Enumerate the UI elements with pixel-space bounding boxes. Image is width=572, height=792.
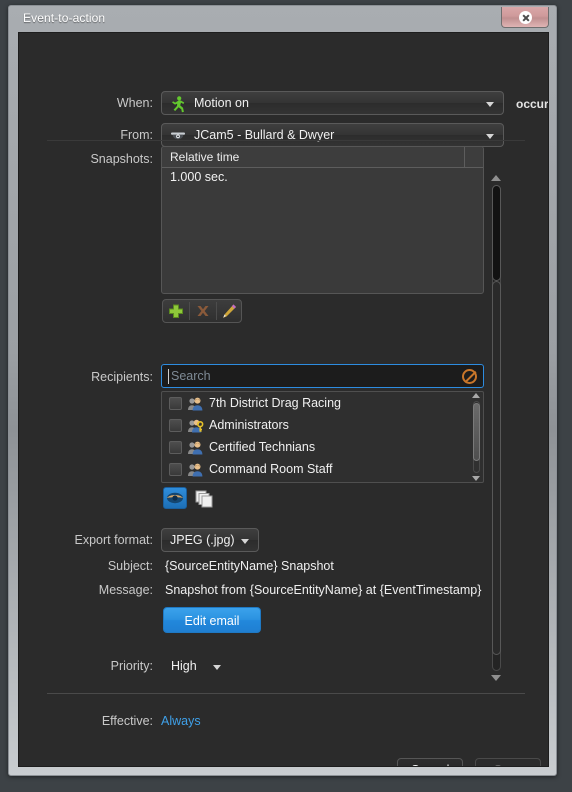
scrollbar-thumb-top[interactable] (492, 185, 501, 281)
edit-email-button[interactable]: Edit email (163, 607, 261, 633)
message-value: Snapshot from {SourceEntityName} at {Eve… (165, 583, 482, 597)
recipient-label: Certified Technians (209, 440, 316, 454)
export-format-select[interactable]: JPEG (.jpg) (161, 528, 259, 552)
subject-label: Subject: (107, 559, 153, 573)
recipient-label: 7th District Drag Racing (209, 396, 341, 410)
view-toggle-button[interactable] (163, 487, 187, 509)
window-title: Event-to-action (23, 11, 106, 25)
snapshots-label: Snapshots: (90, 152, 153, 166)
recipients-search-input[interactable]: Search (161, 364, 484, 388)
eye-icon (167, 492, 183, 504)
effective-label: Effective: (101, 714, 153, 728)
dialog-content: When: Motion on occurs From: (19, 33, 549, 766)
delete-snapshot-button[interactable] (190, 300, 216, 322)
scrollbar-thumb[interactable] (473, 403, 480, 461)
list-item[interactable]: Certified Technians (162, 437, 483, 459)
export-format-value: JPEG (.jpg) (170, 533, 235, 547)
snapshots-list[interactable]: Relative time 1.000 sec. (161, 146, 484, 294)
recipients-list[interactable]: 7th District Drag Racing Administrators … (161, 391, 484, 483)
section-divider-top (47, 140, 525, 141)
scroll-up-icon[interactable] (472, 393, 480, 398)
chevron-down-icon (213, 665, 221, 670)
close-icon (519, 11, 532, 24)
priority-label: Priority: (110, 659, 153, 673)
user-group-icon (187, 440, 204, 456)
priority-select[interactable]: High (171, 657, 227, 677)
list-item[interactable]: 7th District Drag Racing (162, 393, 483, 415)
export-format-label: Export format: (74, 533, 154, 547)
column-relative-time: Relative time (170, 150, 240, 164)
list-item[interactable]: Administrators (162, 415, 483, 437)
recipient-checkbox[interactable] (169, 463, 182, 476)
clear-search-icon[interactable] (462, 369, 477, 384)
recipient-checkbox[interactable] (169, 441, 182, 454)
copy-button[interactable] (192, 487, 216, 509)
dome-camera-icon (169, 127, 187, 145)
snapshots-list-header: Relative time (162, 147, 483, 168)
occurs-label: occurs (516, 97, 549, 111)
list-item[interactable]: Command Room Staff (162, 459, 483, 481)
user-group-icon (187, 462, 204, 478)
recipients-label: Recipients: (91, 370, 153, 384)
cancel-button[interactable]: Cancel (397, 758, 463, 766)
close-button[interactable] (501, 7, 549, 28)
recipients-scrollbar[interactable] (470, 392, 483, 482)
user-group-icon (187, 396, 204, 412)
edit-snapshot-button[interactable] (217, 300, 243, 322)
dialog-window: Event-to-action When: Motion on occurs F (8, 5, 557, 776)
column-divider (464, 147, 465, 167)
effective-value-link[interactable]: Always (161, 714, 201, 728)
copy-stack-icon (195, 490, 213, 508)
section-divider-bottom (47, 693, 525, 694)
message-label: Message: (98, 583, 153, 597)
recipient-checkbox[interactable] (169, 397, 182, 410)
cell-relative-time: 1.000 sec. (170, 170, 228, 184)
title-bar: Event-to-action (9, 6, 556, 32)
recipient-label: Administrators (209, 418, 289, 432)
when-value: Motion on (194, 96, 249, 110)
motion-runner-icon (169, 95, 187, 113)
scroll-up-icon[interactable] (491, 175, 501, 181)
scroll-down-icon[interactable] (472, 476, 480, 481)
subject-value: {SourceEntityName} Snapshot (165, 559, 334, 573)
scroll-down-icon[interactable] (491, 675, 501, 681)
scrollbar-thumb[interactable] (492, 281, 501, 655)
admin-group-key-icon (187, 418, 204, 434)
snapshots-toolbar (162, 299, 242, 323)
priority-value: High (171, 659, 197, 673)
add-snapshot-button[interactable] (163, 300, 189, 322)
chevron-down-icon (486, 102, 494, 107)
table-row[interactable]: 1.000 sec. (162, 168, 483, 189)
when-select[interactable]: Motion on (161, 91, 504, 115)
when-label: When: (116, 96, 153, 110)
search-placeholder: Search (171, 369, 211, 383)
from-select[interactable]: JCam5 - Bullard & Dwyer (161, 123, 504, 147)
recipient-label: Command Room Staff (209, 462, 333, 476)
chevron-down-icon (486, 134, 494, 139)
recipient-checkbox[interactable] (169, 419, 182, 432)
panel-scrollbar[interactable] (488, 173, 504, 683)
dialog-body: When: Motion on occurs From: (18, 32, 549, 767)
chevron-down-icon (241, 539, 249, 544)
text-caret (168, 369, 169, 384)
save-button[interactable]: Save (475, 758, 541, 766)
